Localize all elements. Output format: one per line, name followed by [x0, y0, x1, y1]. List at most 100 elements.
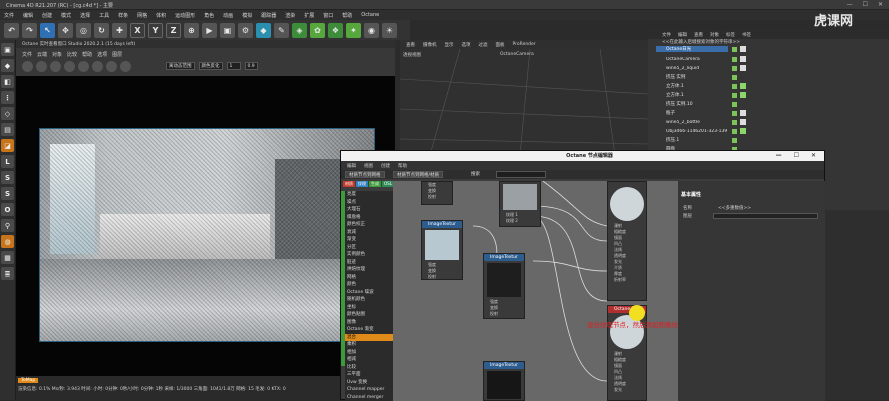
- node-type-item[interactable]: 颜色校正: [345, 221, 393, 229]
- viewport-menu-item[interactable]: 显示: [445, 42, 454, 48]
- menu-item[interactable]: 渲染: [285, 12, 295, 19]
- node-type-item[interactable]: 脏迹: [345, 259, 393, 267]
- polygon-mode-icon[interactable]: ▤: [1, 123, 14, 136]
- node-type-item[interactable]: 噪点: [345, 199, 393, 207]
- octane-icon[interactable]: O: [1, 203, 14, 216]
- image-texture-node[interactable]: ImageTextur: [483, 361, 525, 401]
- viewport-menu-item[interactable]: 选项: [462, 42, 471, 48]
- menu-item[interactable]: 选择: [80, 12, 90, 19]
- menu-item[interactable]: 跟踪器: [261, 12, 276, 19]
- viewer-menu-item[interactable]: 文件: [22, 51, 32, 58]
- category-tab[interactable]: 材质: [343, 181, 355, 187]
- visibility-icon[interactable]: [732, 66, 737, 71]
- node-type-item[interactable]: Channel mapper: [345, 386, 393, 394]
- viewer-menu-item[interactable]: 对象: [52, 51, 62, 58]
- om-menu-item[interactable]: 书签: [742, 32, 751, 38]
- node-type-item[interactable]: Uvw 变换: [345, 379, 393, 387]
- close-button[interactable]: ✕: [811, 151, 816, 161]
- make-editable-icon[interactable]: ▣: [1, 43, 14, 56]
- subdivision-icon[interactable]: ◈: [292, 23, 307, 38]
- edge-mode-icon[interactable]: ◇: [1, 107, 14, 120]
- region-render-icon[interactable]: [64, 61, 75, 72]
- visibility-icon[interactable]: [732, 75, 737, 80]
- viewport-menu-item[interactable]: 面板: [496, 42, 505, 48]
- node-type-item[interactable]: 实例颜色: [345, 251, 393, 259]
- axis-icon[interactable]: L: [1, 155, 14, 168]
- close-button[interactable]: ✕: [878, 1, 883, 8]
- lock-icon[interactable]: ⚲: [1, 219, 14, 232]
- lock-resolution-icon[interactable]: [106, 61, 117, 72]
- object-row[interactable]: wine5_2_bottle: [656, 118, 889, 127]
- tag-icon[interactable]: [740, 128, 746, 134]
- node-type-item[interactable]: 坐标: [345, 304, 393, 312]
- node-type-item[interactable]: Octane 噪波: [345, 289, 393, 297]
- z-axis-button[interactable]: Z: [166, 23, 181, 38]
- node-type-item[interactable]: 大理石: [345, 206, 393, 214]
- node-type-item[interactable]: Octane 渐变: [345, 326, 393, 334]
- viewer-menu-item[interactable]: 比较: [67, 51, 77, 58]
- tag-icon[interactable]: [740, 65, 746, 71]
- image-texture-node[interactable]: ImageTextur 强度 变换 投射: [421, 220, 463, 280]
- material-to-mesh-button[interactable]: 材质节点到网格: [345, 171, 385, 178]
- gamma-field[interactable]: 0.9: [245, 62, 258, 70]
- menu-item[interactable]: 文件: [4, 12, 14, 19]
- environment-icon[interactable]: ✦: [346, 23, 361, 38]
- node-type-item[interactable]: 衰减: [345, 229, 393, 237]
- minimize-button[interactable]: —: [776, 151, 782, 161]
- object-row[interactable]: 挤压 实例: [656, 73, 889, 82]
- visibility-icon[interactable]: [732, 102, 737, 107]
- name-value[interactable]: <<多重数值>>: [718, 205, 751, 211]
- tag-icon[interactable]: [740, 119, 746, 125]
- node-menu-item[interactable]: 编辑: [347, 163, 356, 169]
- node-type-item[interactable]: 颜色: [345, 281, 393, 289]
- tag-icon[interactable]: [740, 56, 746, 62]
- menu-item[interactable]: 帮助: [342, 12, 352, 19]
- om-menu-item[interactable]: 对象: [710, 32, 719, 38]
- object-row[interactable]: 立方体.1: [656, 91, 889, 100]
- menu-item[interactable]: 工具: [99, 12, 109, 19]
- solo-icon[interactable]: S: [1, 187, 14, 200]
- render-picture-viewer-icon[interactable]: ▣: [220, 23, 235, 38]
- camera-icon[interactable]: ◉: [364, 23, 379, 38]
- category-tab[interactable]: 生成: [369, 181, 381, 187]
- model-mode-icon[interactable]: ◆: [1, 59, 14, 72]
- texture-mode-icon[interactable]: ◧: [1, 75, 14, 88]
- snap-icon[interactable]: S: [1, 171, 14, 184]
- rotate-tool-icon[interactable]: ↻: [94, 23, 109, 38]
- node-menu-item[interactable]: 帮助: [398, 163, 407, 169]
- node-type-item[interactable]: 图像: [345, 319, 393, 327]
- stop-render-icon[interactable]: [50, 61, 61, 72]
- tag-icon[interactable]: [740, 92, 746, 98]
- tag-icon[interactable]: [740, 46, 746, 52]
- tag-icon[interactable]: [740, 110, 746, 116]
- object-row[interactable]: 瓶子: [656, 109, 889, 118]
- object-row[interactable]: Octane日光: [656, 45, 889, 54]
- undo-icon[interactable]: ↶: [4, 23, 19, 38]
- deformer-icon[interactable]: ❖: [328, 23, 343, 38]
- point-mode-icon[interactable]: ⋮: [1, 91, 14, 104]
- tonemap-tag[interactable]: ToMap: [18, 378, 38, 383]
- minimize-button[interactable]: —: [847, 1, 853, 8]
- viewport-menu-item[interactable]: ProRender: [513, 42, 536, 47]
- select-tool-icon[interactable]: ↖: [40, 23, 55, 38]
- cloner-icon[interactable]: ✿: [310, 23, 325, 38]
- light-icon[interactable]: ☀: [382, 23, 397, 38]
- material-node[interactable]: 漫射 粗糙度 镜面 凹凸 法线 透明度 发光 介质 厚度 折射率: [607, 181, 647, 301]
- node-type-item[interactable]: 渐变: [345, 236, 393, 244]
- node-type-item[interactable]: 网格: [345, 274, 393, 282]
- number-field[interactable]: 1: [227, 62, 241, 70]
- viewer-menu-item[interactable]: 帮助: [82, 51, 92, 58]
- menu-item[interactable]: 创建: [42, 12, 52, 19]
- menu-item[interactable]: 模拟: [242, 12, 252, 19]
- pick-material-icon[interactable]: [92, 61, 103, 72]
- node-graph-canvas[interactable]: 强度 变换 投射 ImageTextur 强度 变换 投射 纹理 1 纹理 2 …: [393, 181, 678, 401]
- node-type-item[interactable]: 乘积: [345, 341, 393, 349]
- node-type-item[interactable]: 随机颜色: [345, 296, 393, 304]
- viewer-menu-item[interactable]: 选项: [97, 51, 107, 58]
- menu-item[interactable]: 窗口: [323, 12, 333, 19]
- visibility-icon[interactable]: [732, 129, 737, 134]
- viewport-menu-item[interactable]: 摄像机: [423, 42, 437, 48]
- clay-mode-icon[interactable]: [120, 61, 131, 72]
- visibility-icon[interactable]: [732, 93, 737, 98]
- x-axis-button[interactable]: X: [130, 23, 145, 38]
